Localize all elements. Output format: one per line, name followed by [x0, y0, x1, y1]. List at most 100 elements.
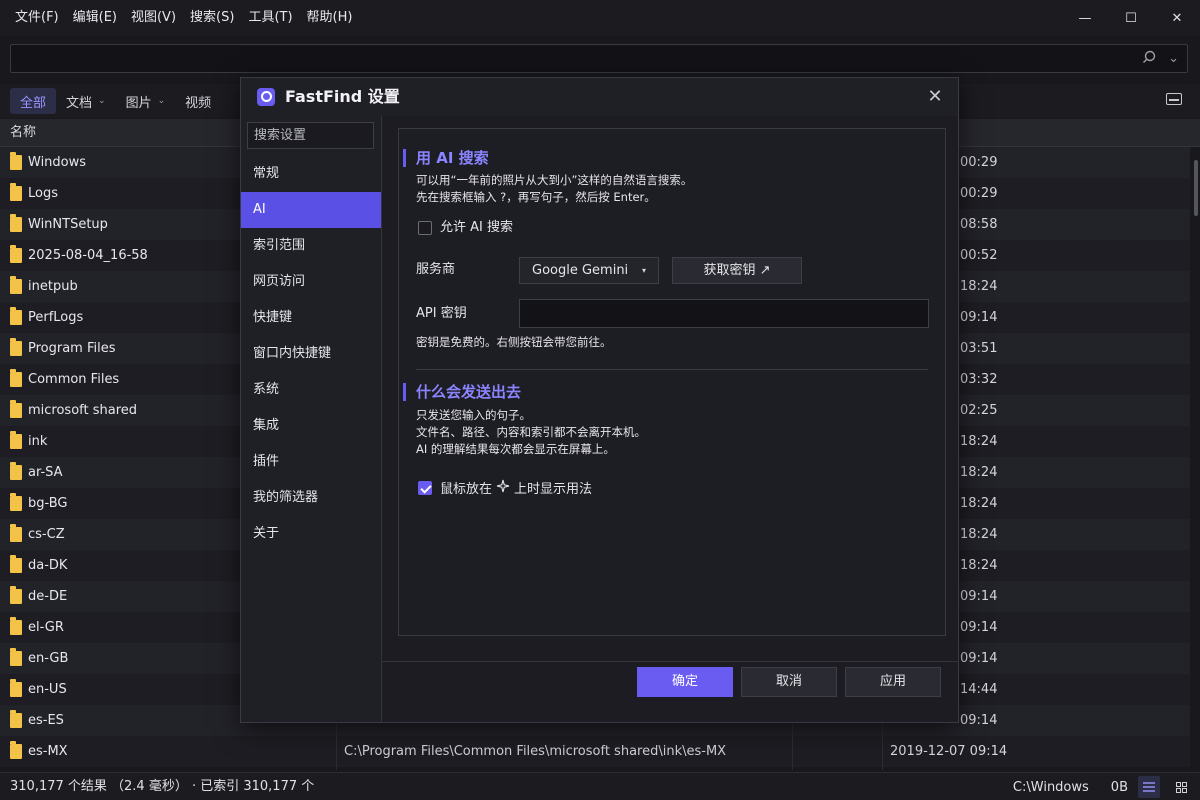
file-name: inetpub	[28, 279, 78, 294]
folder-icon	[10, 524, 22, 542]
provider-select[interactable]: Google Gemini ▾	[519, 257, 659, 284]
file-name: Common Files	[28, 372, 120, 387]
folder-icon	[10, 741, 22, 759]
folder-icon	[10, 431, 22, 449]
nav-item-my-filters[interactable]: 我的筛选器	[241, 480, 381, 516]
filter-label: 全部	[20, 95, 47, 111]
modified-time: 00:29	[960, 155, 998, 170]
modified-time: 18:24	[960, 434, 998, 449]
show-usage-label: 鼠标放在 上时显示用法	[440, 479, 592, 499]
nav-item-shortcuts[interactable]: 快捷键	[241, 300, 381, 336]
menu-search[interactable]: 搜索(S)	[183, 0, 241, 36]
status-right: C:\Windows 0B	[1013, 773, 1192, 800]
list-view-icon[interactable]	[1138, 776, 1160, 798]
nav-item-web-access[interactable]: 网页访问	[241, 264, 381, 300]
ok-button[interactable]: 确定	[637, 667, 733, 697]
nav-item-general[interactable]: 常规	[241, 156, 381, 192]
show-usage-checkbox[interactable]	[418, 481, 432, 495]
folder-icon	[10, 214, 22, 232]
search-dropdown-icon[interactable]: ⌄	[1168, 51, 1179, 66]
modified-time: 18:24	[960, 496, 998, 511]
file-name: Logs	[28, 186, 58, 201]
nav-item-integration[interactable]: 集成	[241, 408, 381, 444]
settings-search-input[interactable]: 搜索设置	[247, 122, 374, 149]
settings-dialog: FastFind 设置 ✕ 搜索设置 常规 AI 索引范围 网页访问 快捷键 窗…	[240, 77, 959, 723]
settings-nav: 搜索设置 常规 AI 索引范围 网页访问 快捷键 窗口内快捷键 系统 集成 插件…	[241, 116, 381, 722]
file-name: ar-SA	[28, 465, 63, 480]
menu-file[interactable]: 文件(F)	[8, 0, 66, 36]
grid-view-icon[interactable]	[1170, 776, 1192, 798]
file-name: WinNTSetup	[28, 217, 108, 232]
result-count: 310,177 个结果 （2.4 毫秒） · 已索引 310,177 个	[10, 779, 315, 794]
sparkle-icon	[496, 479, 510, 499]
file-name: Program Files	[28, 341, 116, 356]
filter-label: 视频	[185, 95, 212, 111]
api-key-hint: 密钥是免费的。右侧按钮会带您前往。	[416, 335, 612, 349]
nav-item-index-scope[interactable]: 索引范围	[241, 228, 381, 264]
file-name: en-GB	[28, 651, 69, 666]
section-divider	[416, 369, 928, 370]
preview-panel-icon[interactable]	[1166, 93, 1182, 105]
vertical-scrollbar[interactable]	[1194, 160, 1198, 216]
filter-videos[interactable]: 视频	[175, 88, 221, 114]
modified-time: 18:24	[960, 465, 998, 480]
nav-item-system[interactable]: 系统	[241, 372, 381, 408]
current-path: C:\Windows	[1012, 779, 1089, 795]
menu-view[interactable]: 视图(V)	[124, 0, 183, 36]
nav-item-ai[interactable]: AI	[241, 192, 381, 228]
show-usage-label-post: 上时显示用法	[514, 482, 593, 497]
search-icon[interactable]	[1142, 50, 1156, 68]
modified-time: 09:14	[960, 589, 998, 604]
nav-item-plugins[interactable]: 插件	[241, 444, 381, 480]
search-input[interactable]: ⌄	[10, 44, 1188, 73]
cancel-button[interactable]: 取消	[741, 667, 837, 697]
maximize-button[interactable]: ☐	[1108, 0, 1154, 36]
selection-size: 0B	[1110, 779, 1128, 795]
close-window-button[interactable]: ✕	[1154, 0, 1200, 36]
api-key-label: API 密钥	[416, 306, 467, 321]
status-bar: 310,177 个结果 （2.4 毫秒） · 已索引 310,177 个 C:\…	[0, 772, 1200, 800]
show-usage-label-pre: 鼠标放在	[440, 482, 493, 497]
section-heading-data-sent: 什么会发送出去	[403, 383, 521, 401]
apply-button[interactable]: 应用	[845, 667, 941, 697]
api-key-input[interactable]	[519, 299, 929, 328]
folder-icon	[10, 462, 22, 480]
folder-icon	[10, 710, 22, 728]
filter-label: 文档	[66, 95, 93, 111]
menu-edit[interactable]: 编辑(E)	[66, 0, 124, 36]
modified-time: 09:14	[960, 310, 998, 325]
filter-images[interactable]: 图片 ⌄	[116, 88, 176, 114]
dialog-titlebar: FastFind 设置 ✕	[241, 78, 958, 116]
close-icon[interactable]: ✕	[924, 86, 946, 108]
folder-icon	[10, 307, 22, 325]
modified-time: 00:29	[960, 186, 998, 201]
folder-icon	[10, 555, 22, 573]
column-header-name[interactable]: 名称	[10, 119, 36, 147]
folder-icon	[10, 586, 22, 604]
app-logo-icon	[257, 88, 275, 106]
menu-tools[interactable]: 工具(T)	[241, 0, 299, 36]
folder-icon	[10, 369, 22, 387]
allow-ai-checkbox[interactable]	[418, 221, 432, 235]
get-key-button[interactable]: 获取密钥 ↗	[672, 257, 802, 284]
table-row[interactable]: es-MX C:\Program Files\Common Files\micro…	[0, 736, 1190, 767]
file-name: bg-BG	[28, 496, 68, 511]
menubar: 文件(F) 编辑(E) 视图(V) 搜索(S) 工具(T) 帮助(H) — ☐ …	[0, 0, 1200, 36]
window-controls: — ☐ ✕	[1062, 0, 1200, 36]
file-name: da-DK	[28, 558, 68, 573]
filter-all[interactable]: 全部	[10, 88, 57, 114]
menu-help[interactable]: 帮助(H)	[300, 0, 360, 36]
folder-icon	[10, 493, 22, 511]
modified-time: 2019-12-07 09:14	[890, 744, 1008, 759]
modified-time: 03:32	[960, 372, 998, 387]
nav-item-about[interactable]: 关于	[241, 516, 381, 552]
minimize-button[interactable]: —	[1062, 0, 1108, 36]
folder-icon	[10, 679, 22, 697]
file-name: Windows	[28, 155, 87, 170]
nav-item-window-shortcuts[interactable]: 窗口内快捷键	[241, 336, 381, 372]
file-name: de-DE	[28, 589, 68, 604]
filter-documents[interactable]: 文档 ⌄	[56, 88, 116, 114]
chevron-down-icon: ⌄	[98, 96, 106, 106]
file-name: ink	[28, 434, 48, 449]
dropdown-arrow-icon: ▾	[641, 266, 646, 275]
